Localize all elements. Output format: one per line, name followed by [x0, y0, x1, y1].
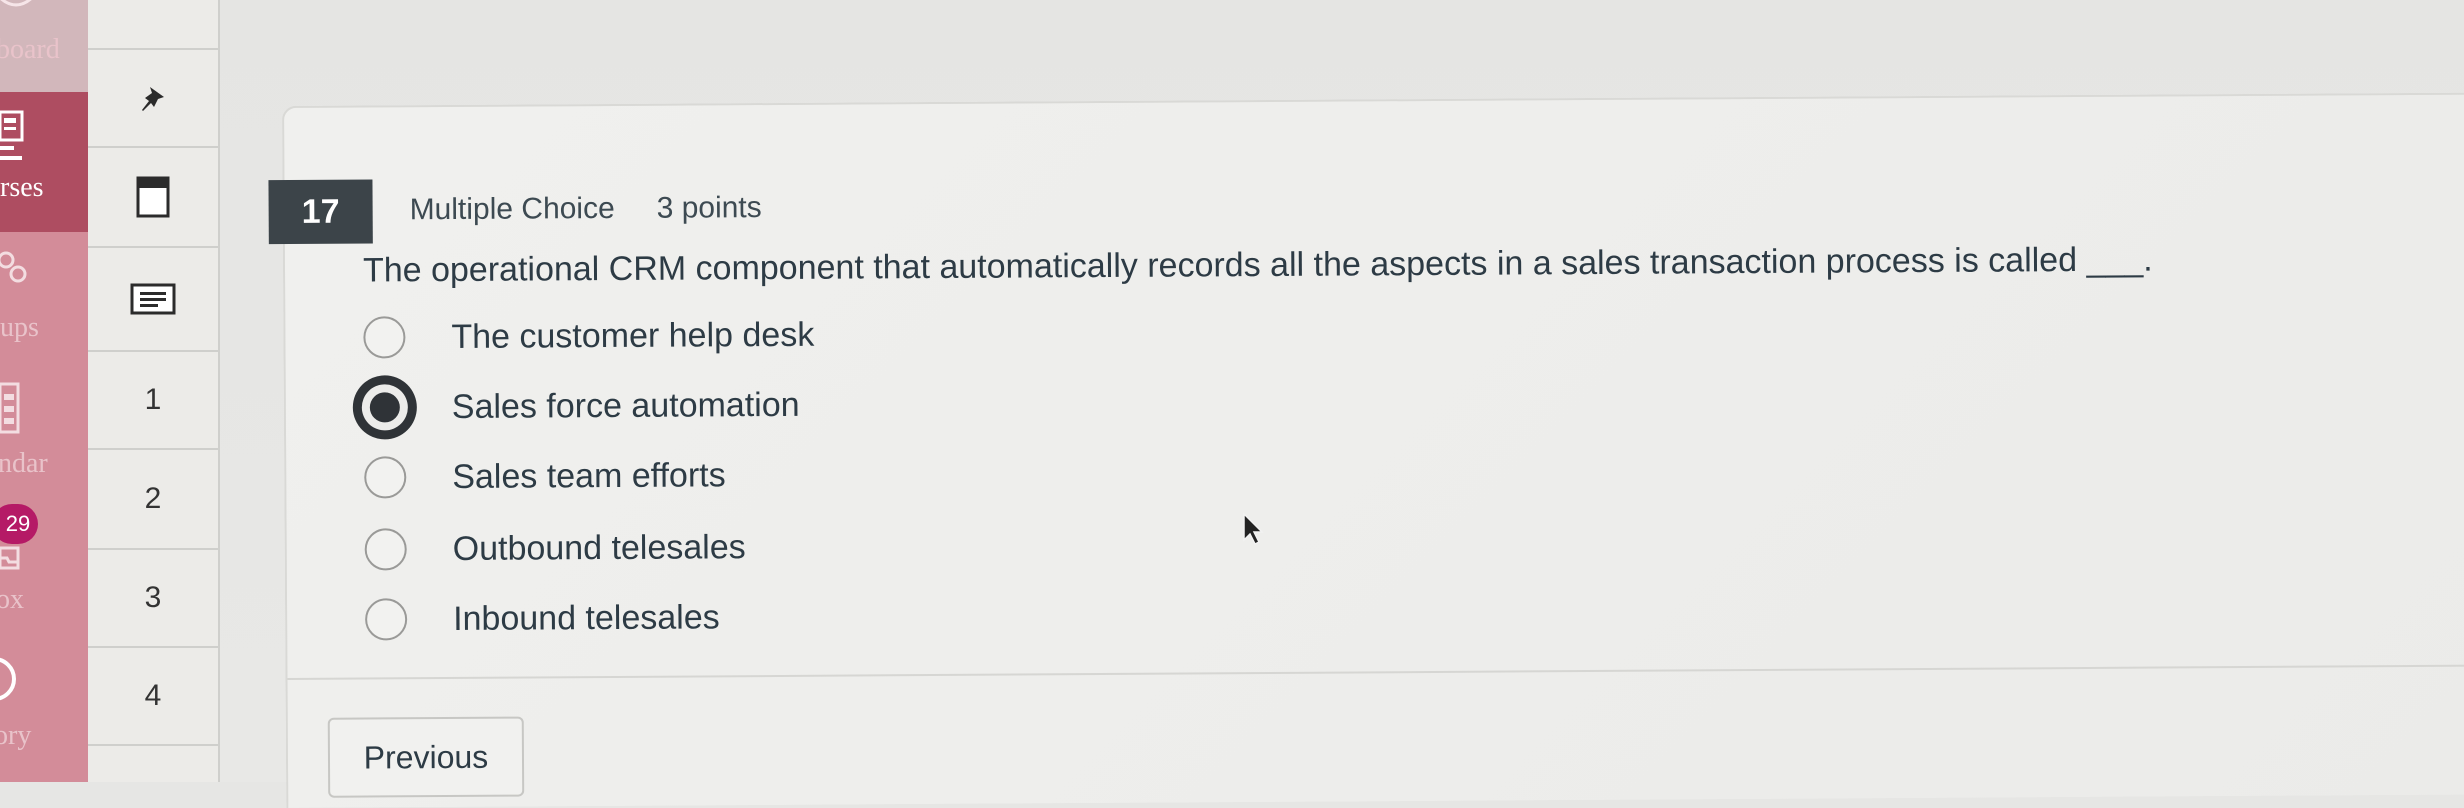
previous-button[interactable]: Previous — [327, 716, 525, 798]
global-nav-inbox-label[interactable]: ox — [0, 584, 24, 616]
rail-item-book[interactable] — [88, 148, 218, 248]
groups-icon — [0, 251, 27, 283]
courses-icon — [0, 110, 24, 160]
global-nav-calendar-label[interactable]: ndar — [0, 448, 48, 480]
answer-option[interactable]: Inbound telesales — [365, 584, 1265, 649]
question-navigation-rail: 1 2 3 4 — [88, 0, 220, 782]
answer-label[interactable]: Sales force automation — [452, 385, 800, 426]
global-nav-history-label[interactable]: ory — [0, 720, 31, 752]
answer-option[interactable]: Sales team efforts — [364, 442, 1264, 507]
inbox-unread-badge: 29 — [0, 504, 38, 544]
answer-radio[interactable] — [363, 316, 406, 359]
global-nav-groups-label[interactable]: ups — [0, 312, 39, 344]
answer-radio[interactable] — [364, 456, 407, 499]
question-rail-item[interactable]: 1 — [88, 352, 218, 450]
answer-radio[interactable] — [365, 598, 408, 641]
quiz-main-area: 17 Multiple Choice 3 points The operatio… — [220, 0, 2464, 808]
question-type-label: Multiple Choice — [409, 191, 615, 227]
answer-radio[interactable] — [364, 528, 407, 571]
answer-label[interactable]: Outbound telesales — [453, 528, 746, 569]
mouse-cursor-icon — [1243, 512, 1264, 546]
question-number: 17 — [268, 179, 373, 245]
notes-icon — [130, 283, 176, 315]
pin-rail-button[interactable] — [88, 50, 218, 148]
answer-option[interactable]: The customer help desk — [363, 302, 1263, 367]
history-icon — [0, 657, 16, 701]
dashboard-icon — [0, 0, 32, 7]
question-text: The operational CRM component that autom… — [362, 240, 2153, 290]
global-nav-courses-label[interactable]: rses — [0, 172, 44, 204]
question-points-label: 3 points — [656, 191, 762, 225]
answer-option-selected[interactable]: Sales force automation — [352, 372, 1264, 440]
global-nav-dashboard-label[interactable]: board — [0, 34, 60, 66]
answer-label[interactable]: The customer help desk — [451, 315, 814, 356]
book-icon — [136, 176, 170, 218]
calendar-icon — [0, 382, 20, 434]
pin-icon — [142, 87, 164, 111]
answer-label[interactable]: Inbound telesales — [453, 598, 720, 639]
answer-radio-selected[interactable] — [352, 375, 418, 440]
rail-item-notes[interactable] — [88, 248, 218, 352]
inbox-icon — [0, 546, 20, 570]
rail-top-cell — [88, 0, 218, 50]
answer-option[interactable]: Outbound telesales — [364, 514, 1265, 579]
question-rail-item[interactable]: 4 — [88, 648, 218, 746]
question-card: 17 Multiple Choice 3 points The operatio… — [268, 92, 2464, 808]
card-divider — [287, 664, 2464, 680]
answer-label[interactable]: Sales team efforts — [452, 456, 726, 497]
question-rail-item[interactable]: 3 — [88, 550, 218, 648]
question-rail-item[interactable]: 2 — [88, 450, 218, 550]
global-nav: board rses ups ndar 29 ox ory — [0, 0, 88, 782]
